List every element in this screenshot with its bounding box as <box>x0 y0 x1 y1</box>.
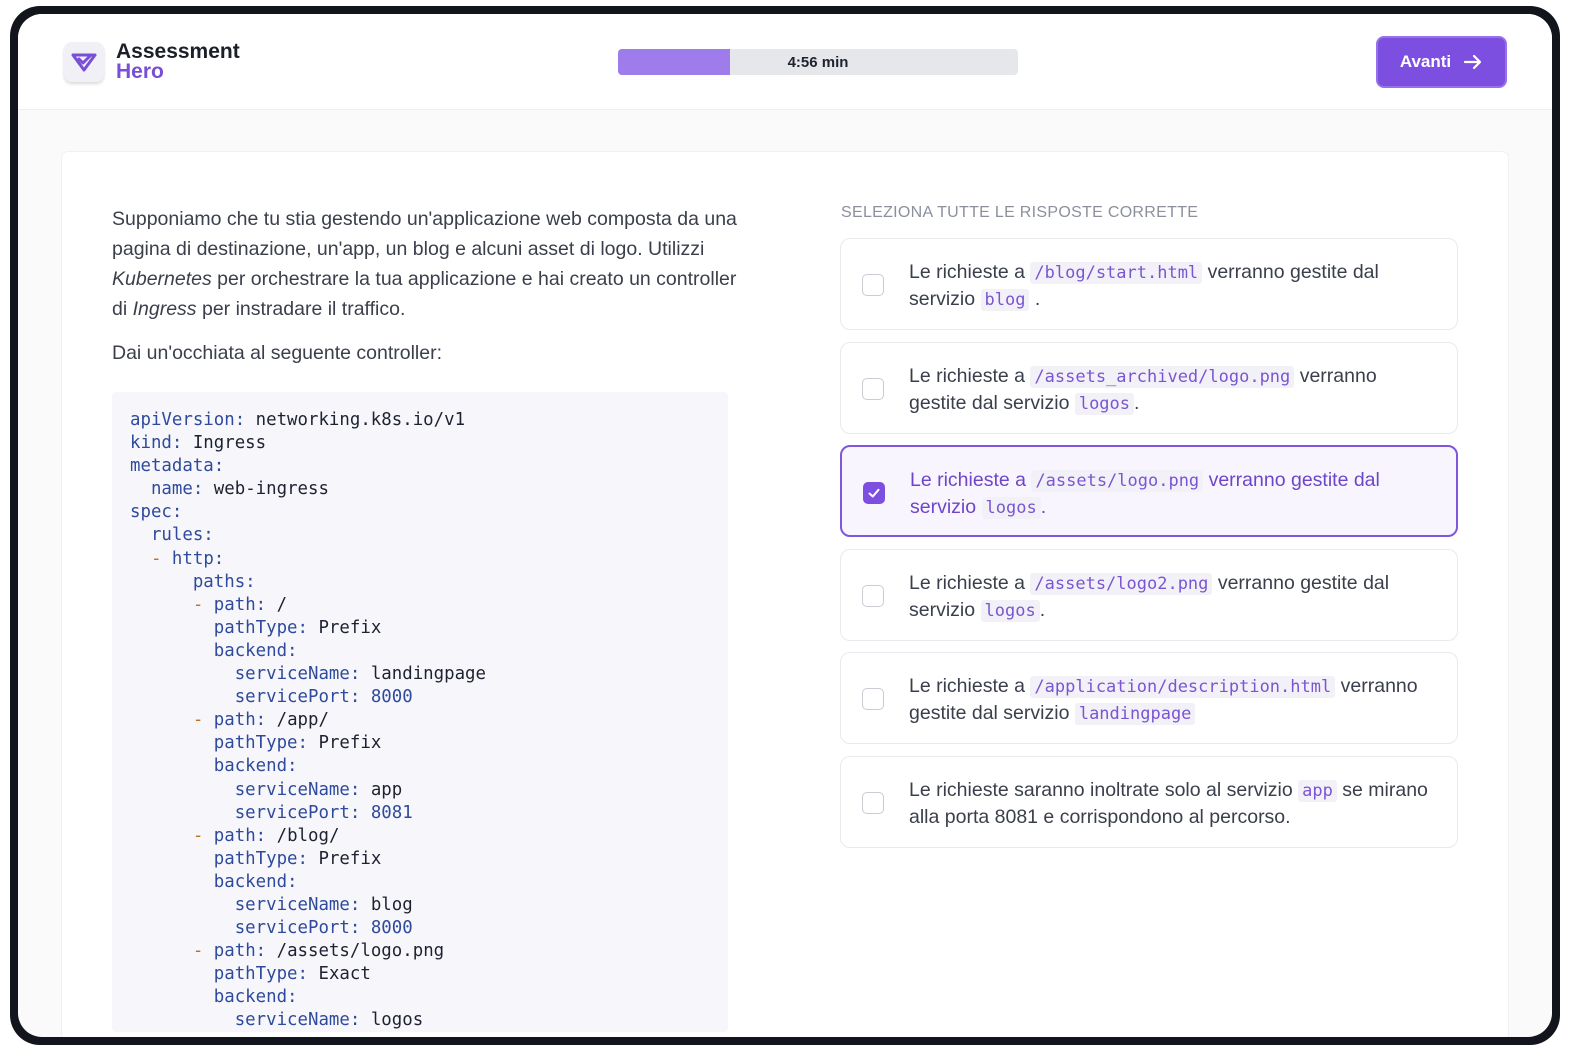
code-line: pathType: Prefix <box>213 848 382 869</box>
answer-option-text: Le richieste a /assets/logo2.png verrann… <box>909 572 1390 622</box>
next-button-label: Avanti <box>1399 52 1452 71</box>
inline-code: logos <box>980 600 1040 622</box>
code-line: serviceName: app <box>234 779 403 800</box>
checkbox[interactable] <box>862 688 884 710</box>
arrow-right-icon <box>1464 54 1482 70</box>
question-text: Supponiamo che tu stia gestendo un'appli… <box>112 204 742 324</box>
answer-option-text: Le richieste saranno inoltrate solo al s… <box>909 779 1428 828</box>
inline-code: app <box>1298 780 1337 802</box>
question-emphasis: Kubernetes <box>112 268 212 290</box>
answer-option[interactable]: Le richieste a /assets_archived/logo.png… <box>840 342 1458 434</box>
checkbox[interactable] <box>862 792 884 814</box>
code-line: name: web-ingress <box>150 479 329 500</box>
inline-code: /assets/logo2.png <box>1030 573 1213 595</box>
checkbox[interactable] <box>862 378 884 400</box>
code-line: servicePort: 8000 <box>234 687 413 708</box>
code-block[interactable]: apiVersion: networking.k8s.io/v1 kind: In… <box>112 392 728 1032</box>
checkbox[interactable] <box>862 274 884 296</box>
code-line: backend: <box>213 871 298 892</box>
code-line: servicePort: 8000 <box>234 918 413 939</box>
code-line: - http: <box>150 548 225 569</box>
answer-option[interactable]: Le richieste saranno inoltrate solo al s… <box>840 756 1458 848</box>
inline-code: blog <box>980 289 1030 311</box>
inline-code: /assets_archived/logo.png <box>1030 366 1295 388</box>
code-line: backend: <box>213 640 298 661</box>
code-line: - path: /blog/ <box>192 825 340 846</box>
code-line: serviceName: logos <box>234 1010 424 1031</box>
inline-code: /application/description.html <box>1030 676 1336 698</box>
app-screen: Assessment Hero 4:56 min Avanti Supponia… <box>18 14 1552 1037</box>
timer-label: 4:56 min <box>787 53 849 71</box>
question-emphasis: Ingress <box>132 298 197 320</box>
answer-option-text: Le richieste a /assets_archived/logo.png… <box>909 365 1377 415</box>
code-line: - path: /app/ <box>192 710 329 731</box>
answer-option-text: Le richieste a /application/description.… <box>909 675 1418 725</box>
brand-name-line2: Hero <box>116 60 164 83</box>
device-frame: Assessment Hero 4:56 min Avanti Supponia… <box>10 6 1560 1045</box>
next-button[interactable]: Avanti <box>1376 36 1507 88</box>
inline-code: landingpage <box>1074 703 1196 725</box>
code-line: paths: <box>192 571 256 592</box>
code-line: pathType: Prefix <box>213 617 382 638</box>
code-line: rules: <box>150 525 214 546</box>
code-line: serviceName: landingpage <box>234 664 486 685</box>
code-line: pathType: Prefix <box>213 733 382 754</box>
timer-progress-bar: 4:56 min <box>618 49 1018 75</box>
checkbox[interactable] <box>862 585 884 607</box>
inline-code: logos <box>1074 393 1135 415</box>
brand-name-line1: Assessment <box>116 40 240 63</box>
code-line: serviceName: blog <box>234 894 413 915</box>
question-part: Supponiamo che tu stia gestendo un'appli… <box>112 208 737 260</box>
answer-option[interactable]: Le richieste a /application/description.… <box>840 652 1458 744</box>
answer-option[interactable]: Le richieste a /assets/logo.png verranno… <box>840 445 1458 537</box>
code-line: apiVersion: networking.k8s.io/v1 <box>130 410 466 430</box>
top-bar: Assessment Hero 4:56 min Avanti <box>18 14 1552 110</box>
check-icon <box>868 488 880 498</box>
answer-option[interactable]: Le richieste a /blog/start.html verranno… <box>840 238 1458 330</box>
answer-option[interactable]: Le richieste a /assets/logo2.png verrann… <box>840 549 1458 641</box>
checkbox-checked[interactable] <box>863 482 885 504</box>
question-part: per instradare il traffico. <box>196 298 406 320</box>
question-card: Supponiamo che tu stia gestendo un'appli… <box>62 152 1508 1037</box>
code-line: kind: Ingress <box>130 433 267 454</box>
code-line: backend: <box>213 987 298 1008</box>
code-line: servicePort: 8081 <box>234 802 413 823</box>
code-line: pathType: Exact <box>213 964 371 985</box>
code-line: - path: /assets/logo.png <box>192 941 445 962</box>
inline-code: logos <box>981 497 1041 519</box>
answer-option-text: Le richieste a /assets/logo.png verranno… <box>910 469 1380 519</box>
code-prompt: Dai un'occhiata al seguente controller: <box>112 342 443 364</box>
code-line: - path: / <box>192 594 288 615</box>
code-line: metadata: <box>130 456 225 477</box>
code-line: spec: <box>130 502 183 523</box>
code-line: backend: <box>213 756 298 777</box>
answer-option-text: Le richieste a /blog/start.html verranno… <box>909 261 1379 311</box>
answer-instruction: SELEZIONA TUTTE LE RISPOSTE CORRETTE <box>841 204 1199 221</box>
heart-check-icon <box>64 42 104 82</box>
brand-logo: Assessment Hero <box>64 40 240 83</box>
inline-code: /assets/logo.png <box>1031 470 1204 492</box>
inline-code: /blog/start.html <box>1030 262 1203 284</box>
